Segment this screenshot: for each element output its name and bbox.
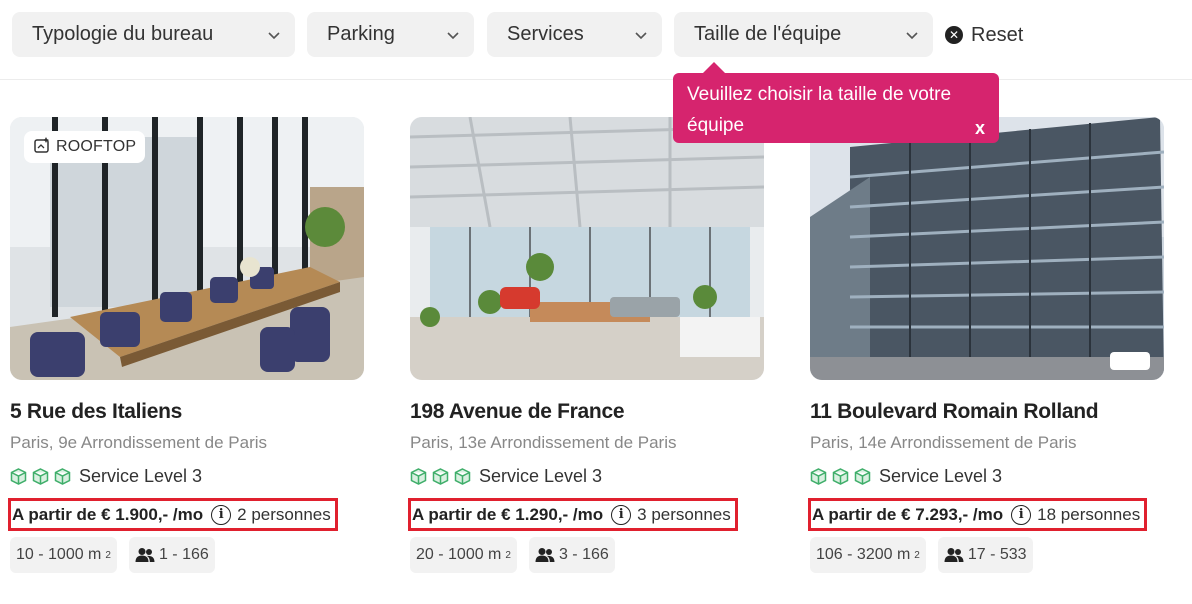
listing-photo[interactable]: ROOFTOP [10,117,364,380]
people-icon [944,548,964,562]
listing-location: Paris, 9e Arrondissement de Paris [10,433,268,452]
listing-price: A partir de € 1.900,- /mo [12,504,204,524]
area-range: 106 - 3200 m [816,546,911,563]
listing-card[interactable]: 198 Avenue de France Paris, 13e Arrondis… [408,117,764,573]
listing-price: A partir de € 7.293,- /mo [812,504,1004,524]
listing-persons: 18 personnes [1037,504,1141,524]
capacity-chip: 3 - 166 [528,537,615,573]
tooltip-line-2: équipe [687,115,745,136]
service-cube-icon [54,468,71,485]
listing-persons: 2 personnes [237,504,331,524]
chevron-down-icon [446,28,460,42]
filter-label: Typologie du bureau [32,23,214,45]
listing-title[interactable]: 11 Boulevard Romain Rolland [810,400,1164,424]
area-range: 10 - 1000 m [16,546,102,563]
service-cube-icon [432,468,449,485]
listing-card[interactable]: ROOFTOP 5 Rue des Italiens Paris, 9e Arr… [8,117,364,573]
info-icon[interactable]: i [1011,504,1032,525]
service-level: Service Level 3 [810,466,1164,487]
listing-district: 9e Arrondissement de Paris [58,433,268,452]
listing-title[interactable]: 198 Avenue de France [410,400,764,424]
capacity-range: 3 - 166 [558,546,609,563]
service-level: Service Level 3 [410,466,764,487]
people-icon [135,548,155,562]
chevron-down-icon [267,28,281,42]
listing-city: Paris [810,433,849,452]
team-size-tooltip: Veuillez choisir la taille de votre équi… [673,62,999,143]
tooltip-close-button[interactable]: x [975,119,985,137]
listing-card[interactable]: 11 Boulevard Romain Rolland Paris, 14e A… [808,117,1164,573]
filter-office-type[interactable]: Typologie du bureau [12,12,295,57]
capacity-range: 1 - 166 [158,546,209,563]
service-level: Service Level 3 [10,466,364,487]
building-exterior-image [810,117,1164,380]
listing-city: Paris [410,433,449,452]
price-highlight-box: A partir de € 1.900,- /mo i 2 personnes [8,498,338,531]
listing-price: A partir de € 1.290,- /mo [412,504,604,524]
listing-photo[interactable] [810,117,1164,380]
price-highlight-box: A partir de € 1.290,- /mo i 3 personnes [408,498,738,531]
service-level-label: Service Level 3 [479,466,603,486]
filter-parking[interactable]: Parking [307,12,474,57]
filter-services[interactable]: Services [487,12,662,57]
area-chip: 106 - 3200 m2 [810,537,926,573]
filter-bar: Typologie du bureau Parking Services Tai… [0,0,1192,80]
area-unit-sup: 2 [105,549,111,561]
capacity-range: 17 - 533 [967,546,1027,563]
service-cube-icon [454,468,471,485]
service-level-label: Service Level 3 [79,466,203,486]
price-highlight-box: A partir de € 7.293,- /mo i 18 personnes [808,498,1148,531]
capacity-chip: 1 - 166 [128,537,215,573]
tooltip-line-1: Veuillez choisir la taille de votre [687,84,952,105]
area-unit-sup: 2 [505,549,511,561]
chevron-down-icon [634,28,648,42]
chevron-down-icon [905,28,919,42]
filter-label: Parking [327,23,395,45]
service-cube-icon [410,468,427,485]
close-circle-icon: ✕ [945,26,963,44]
listing-title[interactable]: 5 Rue des Italiens [10,400,364,424]
area-range: 20 - 1000 m [416,546,502,563]
service-level-label: Service Level 3 [879,466,1003,486]
people-icon [535,548,555,562]
filter-label: Taille de l'équipe [694,23,842,45]
capacity-chip: 17 - 533 [937,537,1033,573]
service-cube-icon [854,468,871,485]
listing-location: Paris, 14e Arrondissement de Paris [810,433,1077,452]
reset-label: Reset [971,23,1024,46]
reset-button[interactable]: ✕ Reset [945,22,1023,48]
area-chip: 20 - 1000 m2 [410,537,517,573]
listing-photo[interactable] [410,117,764,380]
area-unit-sup: 2 [914,549,920,561]
filter-team-size[interactable]: Taille de l'équipe [674,12,933,57]
info-icon[interactable]: i [611,504,632,525]
service-cube-icon [32,468,49,485]
filter-label: Services [507,23,584,45]
listing-location: Paris, 13e Arrondissement de Paris [410,433,677,452]
rooftop-icon [33,136,51,159]
info-icon[interactable]: i [211,504,232,525]
office-interior-image [410,117,764,380]
badge-label: ROOFTOP [56,138,137,155]
service-cube-icon [10,468,27,485]
listing-persons: 3 personnes [637,504,731,524]
service-cube-icon [832,468,849,485]
service-cube-icon [810,468,827,485]
area-chip: 10 - 1000 m2 [10,537,117,573]
rooftop-badge: ROOFTOP [24,131,146,163]
listing-city: Paris [10,433,49,452]
listing-district: 13e Arrondissement de Paris [458,433,677,452]
listing-district: 14e Arrondissement de Paris [858,433,1077,452]
